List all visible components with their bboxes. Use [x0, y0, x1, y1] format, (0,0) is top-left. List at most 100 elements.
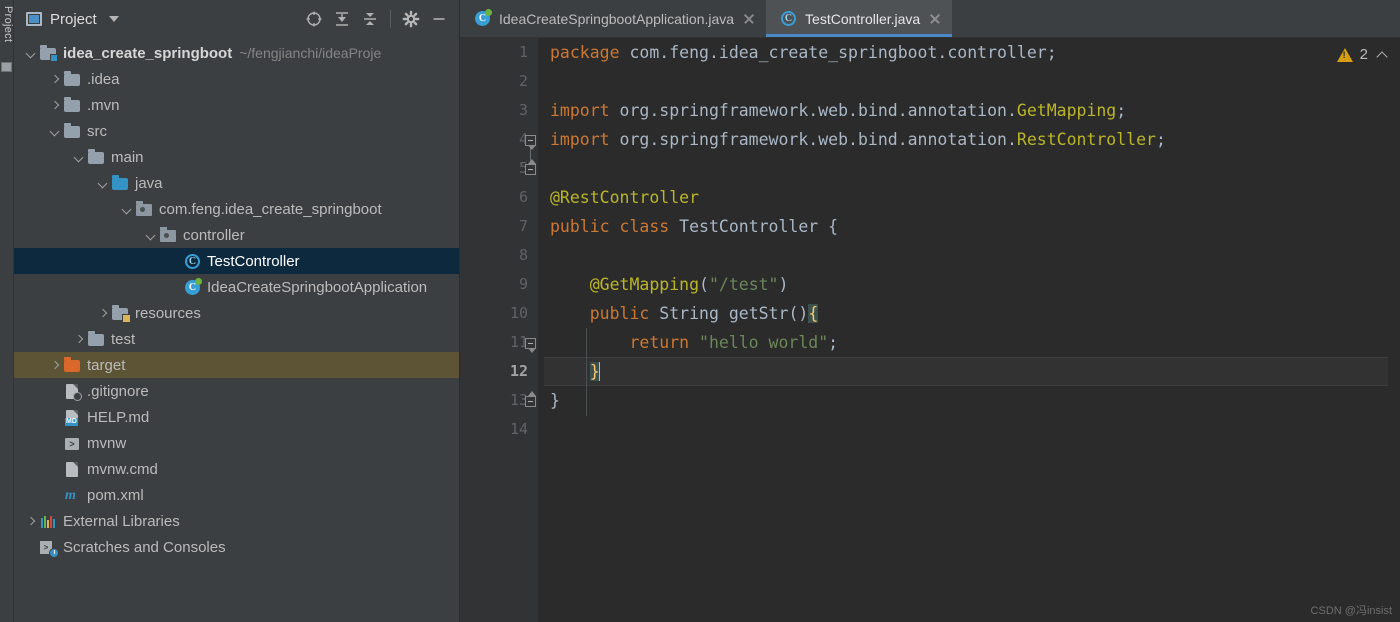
code-editor[interactable]: 1 2 3 4 5 6 7 8 9 10 11 12 13 14 package com.feng.ide…: [460, 38, 1400, 622]
chevron-right-icon[interactable]: [48, 99, 61, 112]
chevron-right-icon[interactable]: [48, 359, 61, 372]
collapse-all-icon[interactable]: [358, 7, 382, 31]
tree-row-label: .gitignore: [87, 382, 149, 400]
project-panel-actions: [302, 7, 451, 31]
tree-row[interactable]: .idea: [14, 66, 459, 92]
warning-triangle-icon: [1336, 47, 1353, 62]
chevron-right-icon[interactable]: [72, 333, 85, 346]
chevron-right-icon[interactable]: [48, 73, 61, 86]
code-line[interactable]: [544, 67, 1400, 96]
code-token: package: [550, 43, 620, 62]
stripe-project-label[interactable]: Project: [2, 0, 14, 42]
code-token: return: [550, 333, 690, 352]
code-line[interactable]: [544, 241, 1400, 270]
editor-gutter[interactable]: 1 2 3 4 5 6 7 8 9 10 11 12 13 14: [460, 38, 538, 622]
chevron-down-icon[interactable]: [108, 16, 119, 22]
tree-row[interactable]: > mvnw: [14, 430, 459, 456]
tree-row[interactable]: .gitignore: [14, 378, 459, 404]
package-icon: [136, 200, 153, 218]
chevron-right-icon[interactable]: [24, 515, 37, 528]
tree-row[interactable]: target: [14, 352, 459, 378]
class-icon: C: [184, 253, 201, 270]
code-line[interactable]: package com.feng.idea_create_springboot.…: [544, 38, 1400, 67]
fold-marker-import-2[interactable]: [525, 159, 536, 175]
code-token: ;: [1116, 101, 1127, 120]
tree-row[interactable]: mvnw.cmd: [14, 456, 459, 482]
tree-row-label: TestController: [207, 252, 300, 270]
tree-row-label: idea_create_springboot: [63, 44, 233, 62]
chevron-down-icon[interactable]: [120, 203, 133, 216]
stripe-project-icon: [1, 62, 12, 72]
chevron-down-icon[interactable]: [48, 125, 61, 138]
tree-row[interactable]: External Libraries: [14, 508, 459, 534]
tree-row[interactable]: com.feng.idea_create_springboot: [14, 196, 459, 222]
fold-marker-method-end[interactable]: [525, 391, 536, 407]
tree-row[interactable]: idea_create_springboot ~/fengjianchi/idea…: [14, 40, 459, 66]
code-line[interactable]: import org.springframework.web.bind.anno…: [544, 125, 1400, 154]
code-token: @RestController: [550, 188, 700, 207]
project-panel-title-group[interactable]: Project: [26, 11, 119, 28]
code-token: ;: [828, 333, 839, 352]
tree-row-label: mvnw: [87, 434, 127, 452]
tree-row[interactable]: test: [14, 326, 459, 352]
chevron-down-icon[interactable]: [24, 47, 37, 60]
tree-row-label: mvnw.cmd: [87, 460, 158, 478]
close-icon[interactable]: [928, 12, 942, 26]
tree-row[interactable]: > Scratches and Consoles: [14, 534, 459, 560]
tree-row[interactable]: C IdeaCreateSpringbootApplication: [14, 274, 459, 300]
tree-row-label: java: [135, 174, 163, 192]
code-line[interactable]: public class TestController {: [544, 212, 1400, 241]
settings-gear-icon[interactable]: [399, 7, 423, 31]
tree-arrow-placeholder: [48, 411, 61, 424]
tree-row[interactable]: m pom.xml: [14, 482, 459, 508]
chevron-down-icon[interactable]: [96, 177, 109, 190]
chevron-up-icon[interactable]: [1378, 50, 1388, 60]
code-token: (: [699, 275, 709, 294]
tree-row[interactable]: main: [14, 144, 459, 170]
close-icon[interactable]: [742, 12, 756, 26]
code-line[interactable]: }: [544, 357, 1400, 386]
tree-row[interactable]: .mvn: [14, 92, 459, 118]
folder-blue-icon: [112, 174, 129, 192]
tree-row[interactable]: controller: [14, 222, 459, 248]
tree-arrow-placeholder: [24, 541, 37, 554]
code-line[interactable]: return "hello world";: [544, 328, 1400, 357]
fold-marker-import-1[interactable]: [525, 135, 536, 150]
chevron-down-icon[interactable]: [144, 229, 157, 242]
tree-row[interactable]: src: [14, 118, 459, 144]
tree-row-label: target: [87, 356, 126, 374]
code-token: @GetMapping: [550, 275, 700, 294]
tree-row[interactable]: MD HELP.md: [14, 404, 459, 430]
tree-row[interactable]: java: [14, 170, 459, 196]
project-panel-header: Project: [14, 0, 459, 38]
code-line[interactable]: public String getStr(){: [544, 299, 1400, 328]
code-line[interactable]: }: [544, 386, 1400, 415]
code-token: com.feng.idea_create_springboot.controll…: [619, 43, 1057, 62]
editor-tab[interactable]: C TestController.java: [766, 0, 953, 37]
fold-marker-method-start[interactable]: [525, 338, 536, 353]
chevron-down-icon[interactable]: [72, 151, 85, 164]
code-line[interactable]: import org.springframework.web.bind.anno…: [544, 96, 1400, 125]
fold-markers-column: [522, 38, 538, 622]
chevron-right-icon[interactable]: [96, 307, 109, 320]
editor-tab[interactable]: C IdeaCreateSpringbootApplication.java: [460, 0, 767, 37]
code-token: ;: [1155, 130, 1166, 149]
project-view-icon: [26, 12, 42, 26]
code-line[interactable]: [544, 154, 1400, 183]
code-line[interactable]: @GetMapping("/test"): [544, 270, 1400, 299]
hide-panel-icon[interactable]: [427, 7, 451, 31]
code-line[interactable]: @RestController: [544, 183, 1400, 212]
tree-row[interactable]: C TestController: [14, 248, 459, 274]
code-content[interactable]: package com.feng.idea_create_springboot.…: [538, 38, 1400, 622]
code-line[interactable]: [544, 415, 1400, 444]
tree-row-label: pom.xml: [87, 486, 144, 504]
file-icon: [64, 461, 81, 478]
project-tree[interactable]: idea_create_springboot ~/fengjianchi/idea…: [14, 38, 459, 622]
inspection-widget[interactable]: 2: [1336, 46, 1388, 63]
select-opened-file-icon[interactable]: [302, 7, 326, 31]
expand-all-icon[interactable]: [330, 7, 354, 31]
tree-row[interactable]: resources: [14, 300, 459, 326]
class-spring-icon: C: [474, 9, 492, 27]
editor-scrollbar[interactable]: [1388, 76, 1400, 622]
